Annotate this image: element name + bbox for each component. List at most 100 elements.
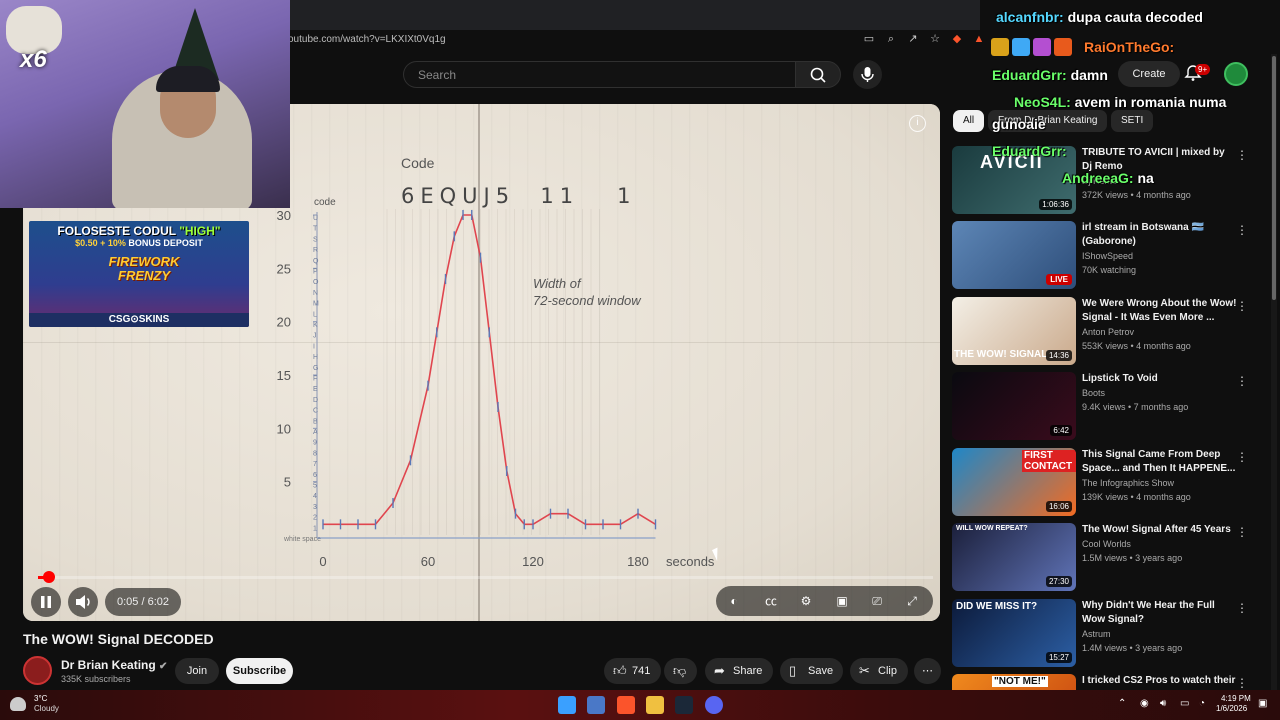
video-title[interactable]: irl stream in Botswana 🇧🇼 (Gaborone)	[1082, 221, 1237, 249]
channel-avatar[interactable]	[23, 656, 52, 685]
chat-user: AndreeaG:	[1062, 170, 1134, 186]
progress-bar[interactable]	[38, 576, 933, 579]
captions-icon[interactable]: ㏄	[763, 593, 779, 609]
file-explorer-icon[interactable]	[646, 696, 664, 714]
brave-browser-icon[interactable]	[617, 696, 635, 714]
video-thumbnail[interactable]: FIRST CONTACT 16:06	[952, 448, 1076, 516]
chip-all[interactable]: All	[953, 110, 985, 132]
recommended-video[interactable]: DID WE MISS IT? 15:27 Why Didn't We Hear t…	[952, 599, 1272, 667]
more-vert-icon[interactable]: ⋮	[1236, 374, 1248, 388]
share-icon[interactable]: ↗	[906, 32, 920, 46]
recommended-video[interactable]: FIRST CONTACT 16:06 This Signal Came From …	[952, 448, 1272, 516]
search-input[interactable]: Search	[403, 61, 795, 88]
more-vert-icon[interactable]: ⋮	[1236, 299, 1248, 313]
clock-date[interactable]: 1/6/2026	[1216, 704, 1247, 713]
live-badge: LIVE	[1046, 274, 1072, 285]
video-channel[interactable]: Boots	[1082, 388, 1105, 398]
video-meta: 372K views • 4 months ago	[1082, 190, 1191, 200]
video-title[interactable]: This Signal Came From Deep Space... and …	[1082, 448, 1237, 476]
more-icon: ⋯	[922, 665, 933, 677]
tray-app-icon[interactable]: ◉	[1140, 698, 1149, 709]
brave-rewards-icon[interactable]: ▲	[972, 32, 986, 46]
more-vert-icon[interactable]: ⋮	[1236, 223, 1248, 237]
bookmark-icon[interactable]: ☆	[928, 32, 942, 46]
chip-seti[interactable]: SETI	[1111, 110, 1154, 132]
scale-letter: P	[313, 269, 318, 276]
voice-search-button[interactable]	[853, 60, 882, 89]
time-display: 0:05 / 6:02	[105, 588, 181, 616]
screen-icon[interactable]: ▭	[862, 32, 876, 46]
video-thumbnail[interactable]: THE WOW! SIGNAL 14:36	[952, 297, 1076, 365]
clip-button[interactable]: ✂ Clip	[850, 658, 908, 684]
dislike-button[interactable]: 👎︎	[664, 658, 697, 684]
video-title[interactable]: I tricked CS2 Pros to watch their	[1082, 674, 1237, 688]
recommended-video[interactable]: THE WOW! SIGNAL 14:36 We Were Wrong About …	[952, 297, 1272, 365]
video-title[interactable]: We Were Wrong About the Wow! Signal - It…	[1082, 297, 1237, 325]
video-thumbnail[interactable]: DID WE MISS IT? 15:27	[952, 599, 1076, 667]
weather-temp[interactable]: 3°C	[34, 694, 47, 703]
tray-network-icon[interactable]: ▭	[1180, 698, 1189, 709]
recommended-video[interactable]: LIVE irl stream in Botswana 🇧🇼 (Gaborone)…	[952, 221, 1272, 289]
search-button[interactable]	[795, 61, 841, 88]
zoom-icon[interactable]: ⌕	[884, 32, 898, 46]
brave-shield-icon[interactable]: ◆	[950, 32, 964, 46]
thumbnail-text: THE WOW! SIGNAL	[954, 349, 1048, 360]
discord-icon[interactable]	[705, 696, 723, 714]
tray-volume-icon[interactable]: 🔊︎	[1160, 698, 1166, 709]
video-channel[interactable]: The Infographics Show	[1082, 478, 1174, 488]
video-thumbnail[interactable]: LIVE	[952, 221, 1076, 289]
join-button[interactable]: Join	[175, 658, 219, 684]
autoplay-toggle-icon[interactable]: ◐	[726, 593, 742, 609]
cast-icon[interactable]: ⎚	[869, 593, 885, 609]
task-view-icon[interactable]	[587, 696, 605, 714]
more-vert-icon[interactable]: ⋮	[1236, 676, 1248, 690]
video-title[interactable]: Lipstick To Void	[1082, 372, 1237, 386]
fullscreen-icon[interactable]: ⤢	[904, 593, 920, 609]
like-button[interactable]: 👍︎ 741	[604, 658, 661, 684]
tray-wifi-icon[interactable]: ◔	[1199, 698, 1205, 709]
video-channel[interactable]: Anton Petrov	[1082, 327, 1134, 337]
more-actions-button[interactable]: ⋯	[914, 658, 941, 684]
miniplayer-icon[interactable]: ▣	[834, 593, 850, 609]
y-tick-label: 15	[277, 368, 291, 383]
info-icon[interactable]: i	[909, 115, 926, 132]
recommended-video[interactable]: 6:42 Lipstick To Void Boots 9.4K views • 7 …	[952, 372, 1272, 440]
code-title: Code	[401, 155, 435, 171]
notification-center-icon[interactable]: ▣	[1258, 698, 1267, 709]
scrollbar-thumb[interactable]	[1272, 56, 1276, 300]
settings-gear-icon[interactable]: ⚙	[798, 593, 814, 609]
weather-desc[interactable]: Cloudy	[34, 704, 59, 713]
more-vert-icon[interactable]: ⋮	[1236, 450, 1248, 464]
clock-time[interactable]: 4:19 PM	[1221, 694, 1251, 703]
video-channel[interactable]: IShowSpeed	[1082, 251, 1133, 261]
save-button[interactable]: ▯ Save	[780, 658, 843, 684]
start-icon[interactable]	[558, 696, 576, 714]
tray-chevron-icon[interactable]: ⌃	[1118, 698, 1126, 709]
notification-count-badge: 9+	[1195, 64, 1211, 75]
pause-button[interactable]	[31, 587, 61, 617]
video-title[interactable]: The Wow! Signal After 45 Years	[1082, 523, 1237, 537]
video-duration: 1:06:36	[1039, 199, 1072, 210]
video-channel[interactable]: Astrum	[1082, 629, 1111, 639]
y-tick-label: 25	[277, 261, 291, 276]
video-thumbnail[interactable]: WILL WOW REPEAT? 27:30	[952, 523, 1076, 591]
scale-letter: 2	[313, 515, 317, 522]
account-avatar[interactable]	[1224, 62, 1248, 86]
channel-name[interactable]: Dr Brian Keating ✔	[61, 658, 167, 672]
more-vert-icon[interactable]: ⋮	[1236, 148, 1248, 162]
video-channel[interactable]: Cool Worlds	[1082, 539, 1131, 549]
volume-button[interactable]	[68, 587, 98, 617]
cloud-icon[interactable]	[10, 697, 26, 711]
subscribe-button[interactable]: Subscribe	[226, 658, 293, 684]
more-vert-icon[interactable]: ⋮	[1236, 525, 1248, 539]
scale-letter: F	[313, 376, 317, 383]
scale-letter: 8	[313, 450, 317, 457]
steam-icon[interactable]	[675, 696, 693, 714]
video-thumbnail[interactable]: 6:42	[952, 372, 1076, 440]
video-title[interactable]: Why Didn't We Hear the Full Wow Signal?	[1082, 599, 1237, 627]
baseline-label: white space	[283, 536, 321, 543]
recommended-video[interactable]: WILL WOW REPEAT? 27:30 The Wow! Signal Aft…	[952, 523, 1272, 591]
more-vert-icon[interactable]: ⋮	[1236, 601, 1248, 615]
create-button[interactable]: Create	[1118, 61, 1180, 87]
share-button[interactable]: ➦ Share	[705, 658, 773, 684]
